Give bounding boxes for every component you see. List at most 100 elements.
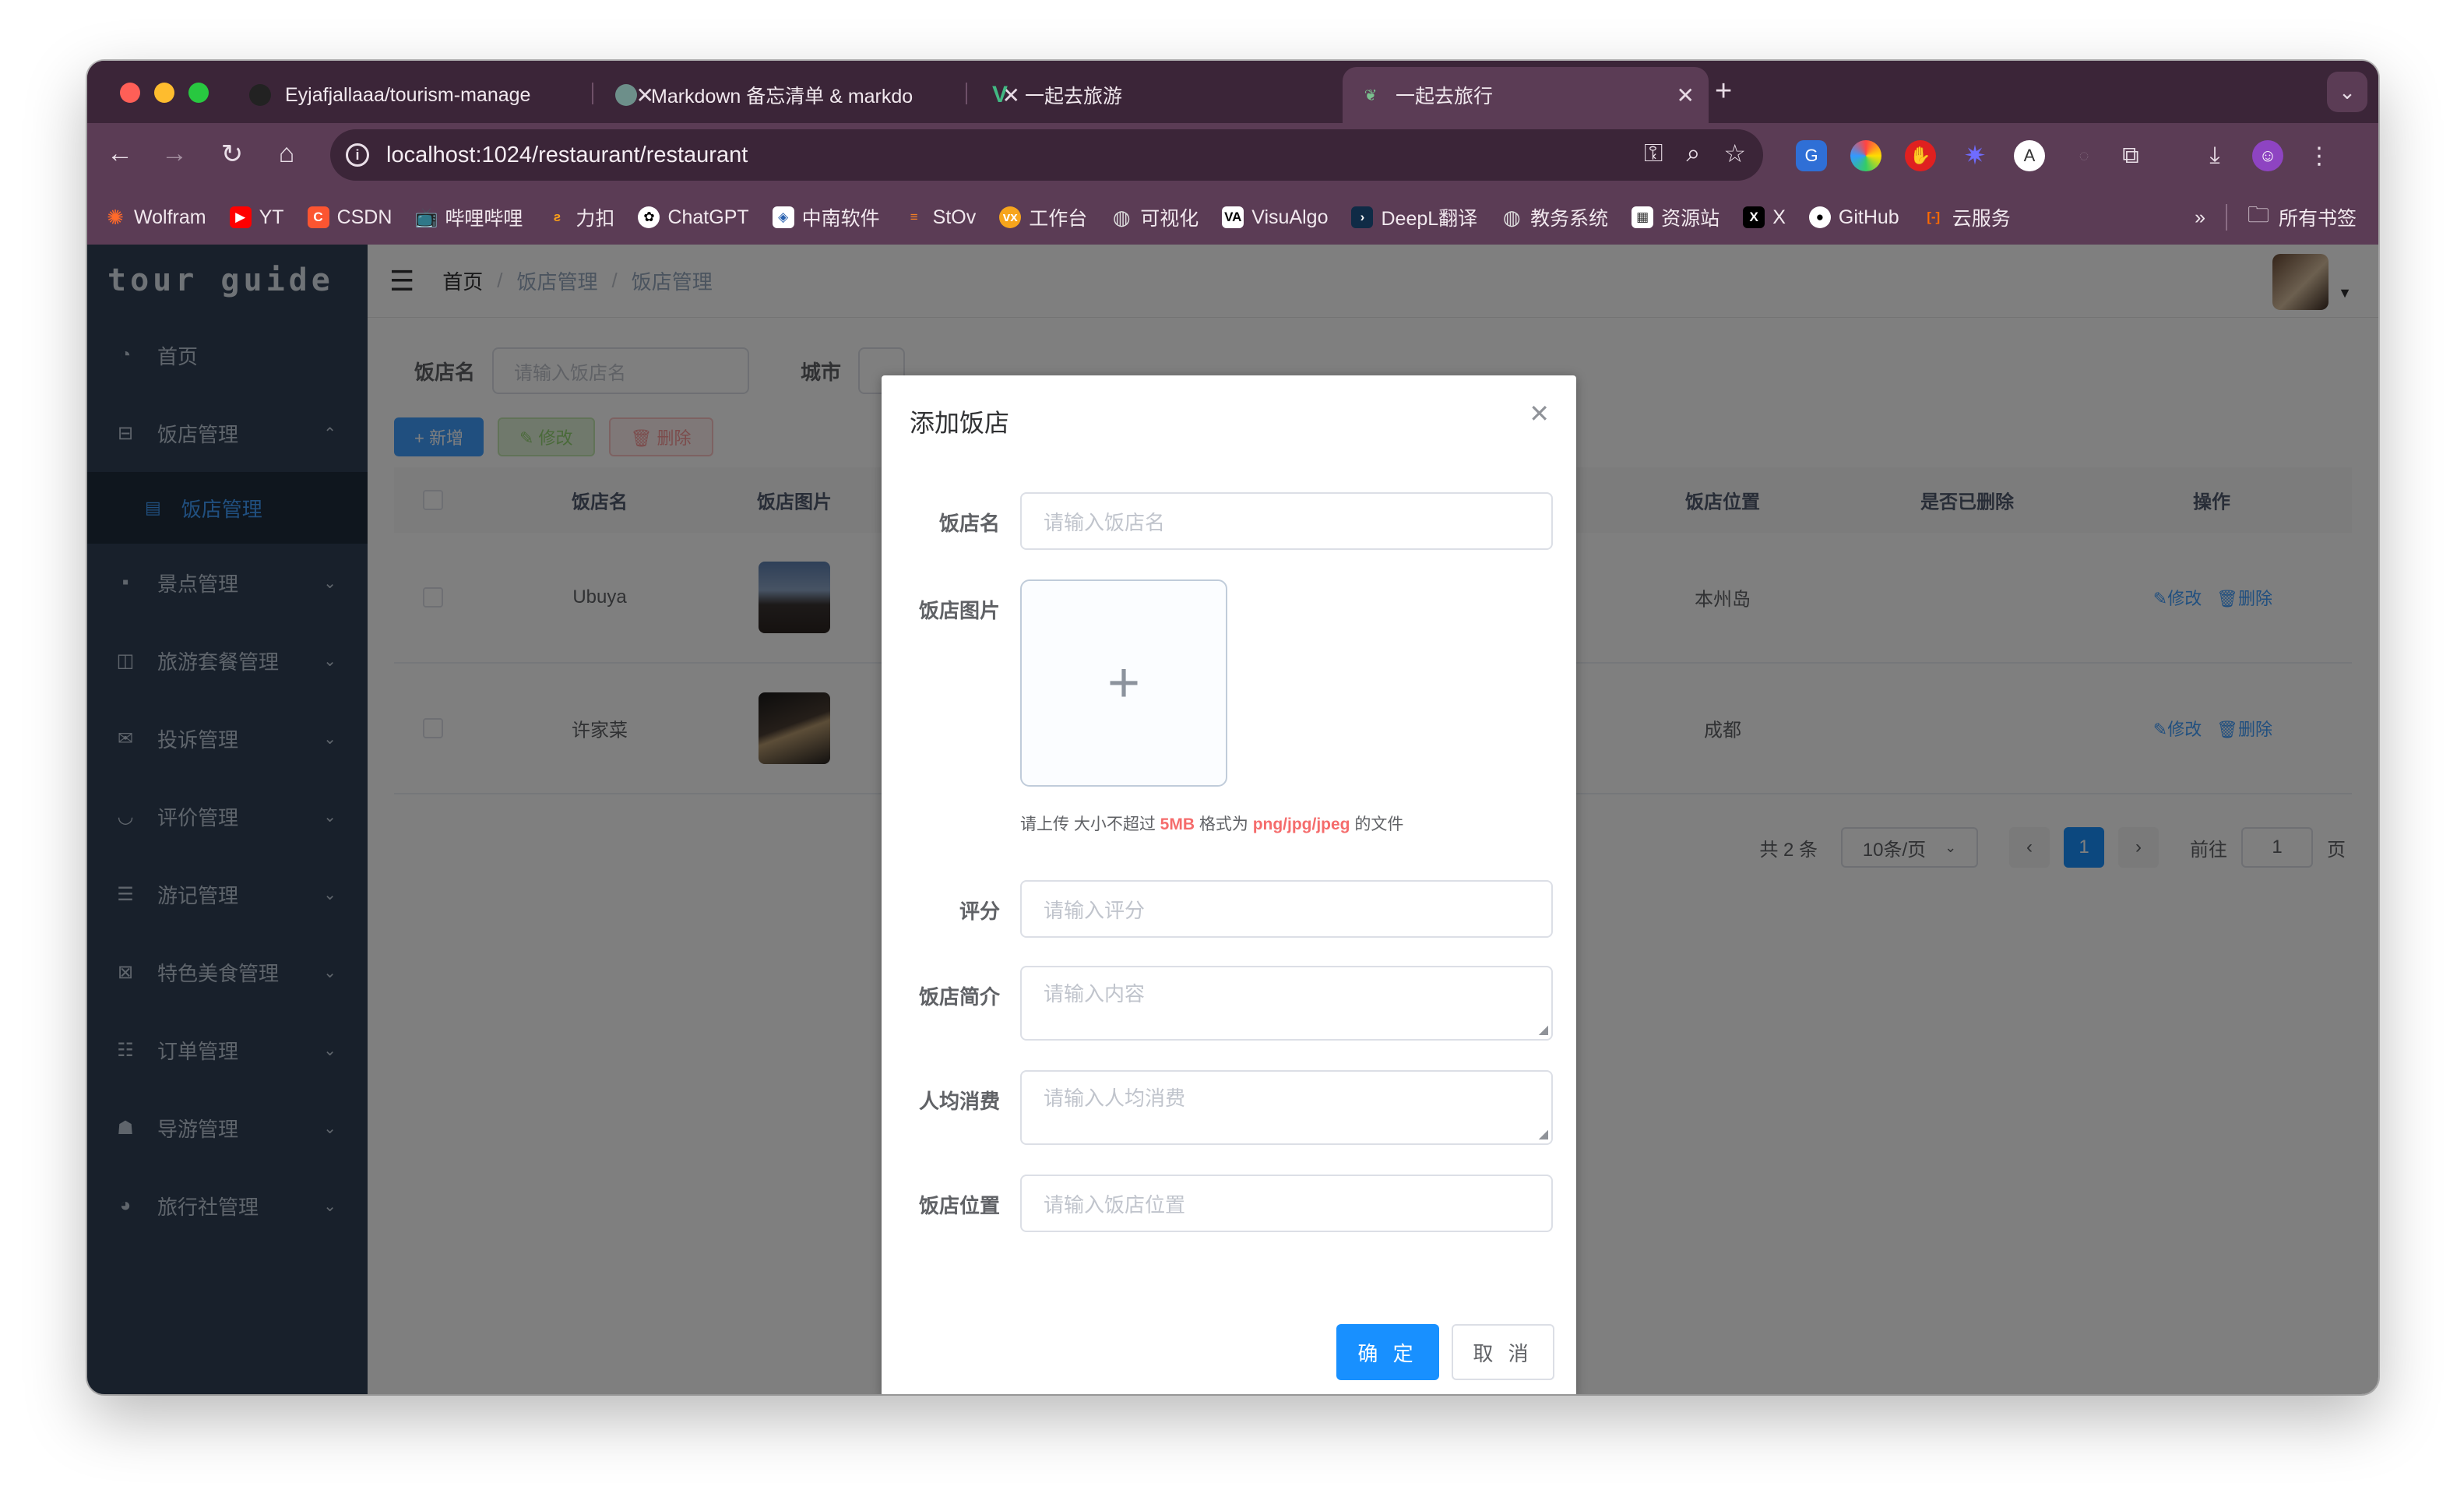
tab-active[interactable]: ❦ 一起去旅行 ✕ bbox=[1343, 67, 1709, 123]
app-viewport: tour guide ◔首页 ⊟饭店管理⌃ ▤饭店管理 ▪景点管理⌄ ◫旅游套餐… bbox=[87, 245, 2378, 1394]
plus-icon: + bbox=[1107, 652, 1141, 714]
hand-extension-icon[interactable]: ✋ bbox=[1905, 140, 1936, 171]
markdown-icon bbox=[615, 84, 637, 106]
bookmark-label: StOv bbox=[932, 206, 977, 228]
bookmark-label: 中南软件 bbox=[801, 208, 880, 230]
extensions-icon[interactable]: ⧉ bbox=[2115, 140, 2146, 171]
key-icon[interactable]: ⚿ bbox=[1644, 139, 1663, 168]
bookmark-bilibili[interactable]: 📺 哔哩哔哩 bbox=[414, 203, 523, 231]
bookmark-csdn[interactable]: C CSDN bbox=[307, 206, 392, 229]
browser-toolbar: ← → ↻ ⌂ i localhost:1024/restaurant/rest… bbox=[87, 123, 2378, 190]
forward-icon[interactable]: → bbox=[157, 139, 192, 169]
bookmark-wolfram[interactable]: ✺ Wolfram bbox=[104, 206, 206, 229]
maximize-window-button[interactable] bbox=[188, 83, 209, 103]
bookmarks-right: » 🗀 所有书签 bbox=[2195, 190, 2357, 245]
bookmark-visualize[interactable]: ◍ 可视化 bbox=[1111, 203, 1199, 231]
leaf-icon: ❦ bbox=[1364, 86, 1378, 104]
bookmark-cloud[interactable]: [-] 云服务 bbox=[1923, 203, 2011, 231]
label-avg: 人均消费 bbox=[918, 1090, 1000, 1113]
resize-handle-icon[interactable]: ◢ bbox=[1539, 1022, 1548, 1037]
bookmark-label: DeepL翻译 bbox=[1381, 208, 1478, 230]
github-icon: ● bbox=[1808, 206, 1831, 228]
bookmark-deepl[interactable]: › DeepL翻译 bbox=[1351, 203, 1477, 231]
account-avatar[interactable]: ☺ bbox=[2252, 140, 2283, 171]
back-icon[interactable]: ← bbox=[103, 139, 137, 169]
profile-extension-icon[interactable]: A bbox=[2014, 140, 2045, 171]
bookmark-csu[interactable]: ◈ 中南软件 bbox=[772, 203, 880, 231]
intro-textarea[interactable]: 请输入内容 ◢ bbox=[1020, 966, 1553, 1041]
bookmark-label: Wolfram bbox=[134, 206, 206, 228]
name-input[interactable]: 请输入饭店名 bbox=[1020, 492, 1553, 550]
add-restaurant-dialog: 添加饭店 ✕ 饭店名 请输入饭店名 饭店图片 + 请上传 大小不超过 5MB 格… bbox=[882, 375, 1576, 1394]
avg-textarea[interactable]: 请输入人均消费 ◢ bbox=[1020, 1070, 1553, 1145]
close-icon[interactable]: ✕ bbox=[1529, 399, 1550, 428]
new-tab-button[interactable]: + bbox=[1715, 75, 1732, 108]
stackoverflow-icon: ≡ bbox=[910, 210, 918, 224]
image-upload-box[interactable]: + bbox=[1020, 579, 1227, 787]
close-tab-icon[interactable]: ✕ bbox=[1677, 83, 1695, 108]
all-bookmarks-folder[interactable]: 🗀 所有书签 bbox=[2248, 199, 2357, 236]
translate-extension-icon[interactable]: G bbox=[1796, 140, 1827, 171]
browser-menu-icon[interactable]: ⋮ bbox=[2304, 140, 2335, 171]
url-text: localhost:1024/restaurant/restaurant bbox=[386, 142, 748, 167]
home-icon[interactable]: ⌂ bbox=[269, 139, 304, 169]
label-name: 饭店名 bbox=[938, 512, 1000, 535]
bookmark-label: 资源站 bbox=[1661, 208, 1720, 230]
color-extension-icon[interactable] bbox=[1850, 140, 1881, 171]
bookmark-visualgo[interactable]: VA VisuAlgo bbox=[1222, 206, 1328, 229]
window-controls bbox=[120, 83, 209, 103]
label-intro: 饭店简介 bbox=[918, 985, 1000, 1009]
bookmark-workbench[interactable]: vx 工作台 bbox=[999, 203, 1087, 231]
chatgpt-icon: ✿ bbox=[638, 206, 660, 228]
bookmark-stov[interactable]: ≡ StOv bbox=[903, 206, 977, 229]
tab-search-button[interactable]: ⌄ bbox=[2327, 72, 2367, 112]
divider bbox=[2225, 204, 2227, 231]
confirm-button[interactable]: 确 定 bbox=[1336, 1324, 1439, 1380]
tab-title: 一起去旅行 bbox=[1396, 86, 1494, 107]
tip-mid: 格式为 bbox=[1195, 815, 1253, 833]
download-icon[interactable]: ⤓ bbox=[2199, 140, 2230, 171]
tip-suffix: 的文件 bbox=[1350, 815, 1404, 833]
more-bookmarks-button[interactable]: » bbox=[2195, 206, 2205, 229]
location-input[interactable]: 请输入饭店位置 bbox=[1020, 1175, 1553, 1232]
bilibili-icon: 📺 bbox=[414, 206, 438, 228]
dialog-title: 添加饭店 bbox=[910, 409, 1010, 437]
disabled-extension-icon[interactable]: ◌ bbox=[2068, 140, 2100, 171]
tab-title: Markdown 备忘清单 & markdo bbox=[651, 86, 913, 107]
tab-title: 一起去旅游 bbox=[1025, 86, 1123, 107]
minimize-window-button[interactable] bbox=[154, 83, 174, 103]
resource-icon: ▦ bbox=[1632, 206, 1654, 228]
cancel-button[interactable]: 取 消 bbox=[1452, 1324, 1554, 1380]
bookmark-label: CSDN bbox=[336, 206, 392, 228]
zoom-icon[interactable]: ⌕ bbox=[1686, 139, 1700, 168]
bookmark-label: 工作台 bbox=[1029, 208, 1088, 230]
bookmark-x[interactable]: XX bbox=[1743, 206, 1786, 229]
bookmark-resources[interactable]: ▦ 资源站 bbox=[1632, 203, 1720, 231]
bookmark-yt[interactable]: ▶ YT bbox=[229, 206, 284, 229]
x-icon: X bbox=[1743, 206, 1765, 228]
bookmark-leetcode[interactable]: ƨ 力扣 bbox=[546, 203, 615, 231]
intro-placeholder: 请输入内容 bbox=[1044, 982, 1146, 1006]
globe-icon: ◍ bbox=[1112, 205, 1131, 229]
leetcode-icon: ƨ bbox=[553, 210, 561, 224]
bookmark-star-icon[interactable]: ☆ bbox=[1723, 139, 1746, 168]
bookmark-label: VisuAlgo bbox=[1251, 206, 1329, 228]
tab-markdown[interactable]: Markdown 备忘清单 & markdo ✕ bbox=[598, 67, 1034, 123]
bookmark-github[interactable]: ● GitHub bbox=[1808, 206, 1899, 229]
close-window-button[interactable] bbox=[120, 83, 140, 103]
reload-icon[interactable]: ↻ bbox=[215, 139, 249, 170]
address-bar[interactable]: i localhost:1024/restaurant/restaurant ⚿… bbox=[330, 129, 1763, 181]
bookmark-label: 可视化 bbox=[1140, 208, 1199, 230]
label-image: 饭店图片 bbox=[918, 599, 1000, 622]
score-input[interactable]: 请输入评分 bbox=[1020, 880, 1553, 938]
resize-handle-icon[interactable]: ◢ bbox=[1539, 1126, 1548, 1142]
bookmark-label: ChatGPT bbox=[667, 206, 749, 228]
site-info-icon[interactable]: i bbox=[346, 143, 369, 167]
gear-extension-icon[interactable]: ✷ bbox=[1959, 140, 1991, 171]
browser-window: Eyjafjallaaa/tourism-manage ✕ Markdown 备… bbox=[87, 61, 2378, 1394]
visualgo-icon: VA bbox=[1222, 206, 1244, 228]
bookmark-jiaowu[interactable]: ◍ 教务系统 bbox=[1501, 203, 1608, 231]
tab-title: Eyjafjallaaa/tourism-manage bbox=[285, 83, 531, 106]
bookmark-chatgpt[interactable]: ✿ ChatGPT bbox=[638, 206, 749, 229]
wolfram-icon: ✺ bbox=[107, 205, 124, 229]
